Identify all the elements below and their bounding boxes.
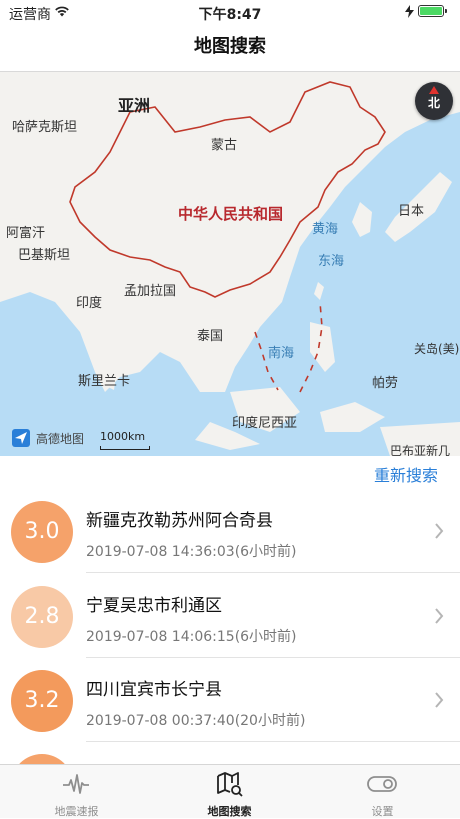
map-label-pakistan: 巴基斯坦 — [18, 248, 71, 263]
quake-place: 宁夏吴忠市利通区 — [86, 596, 222, 616]
map-label-south-sea: 南海 — [268, 346, 295, 361]
tab-map-search[interactable]: 地图搜索 — [153, 765, 306, 819]
tab-label: 地图搜索 — [207, 805, 252, 818]
map-label-asia: 亚洲 — [118, 96, 151, 115]
nav-bar: 地图搜索 — [0, 24, 460, 72]
quake-row[interactable] — [0, 742, 460, 764]
map-label-china: 中华人民共和国 — [178, 205, 284, 223]
status-time: 下午8:47 — [198, 7, 262, 23]
quake-time: 2019-07-08 14:36:03(6小时前) — [86, 544, 297, 560]
chevron-right-icon — [435, 692, 444, 708]
amap-logo-icon — [12, 429, 30, 447]
tab-settings[interactable]: 设置 — [306, 765, 459, 819]
map-label-japan: 日本 — [398, 204, 425, 219]
map-label-thailand: 泰国 — [197, 329, 224, 344]
chevron-right-icon — [435, 608, 444, 624]
compass-button[interactable]: 北 — [415, 82, 453, 120]
map-view[interactable]: 亚洲 哈萨克斯坦 蒙古 中华人民共和国 日本 阿富汗 巴基斯坦 黄海 东海 印度… — [0, 72, 460, 456]
attribution-label: 高德地图 — [36, 432, 85, 446]
toggle-icon — [367, 776, 397, 792]
refresh-search-button[interactable]: 重新搜索 — [374, 462, 438, 486]
scale-bar — [100, 446, 150, 450]
map-label-mongolia: 蒙古 — [211, 138, 238, 153]
status-bar: 运营商 下午8:47 — [0, 0, 460, 24]
row-divider — [86, 572, 460, 573]
magnitude-badge: 2.8 — [11, 586, 73, 648]
map-label-png: 巴布亚新几 — [390, 444, 451, 456]
map-label-indonesia: 印度尼西亚 — [232, 416, 298, 431]
map-label-bangladesh: 孟加拉国 — [124, 284, 177, 299]
map-scale: 1000km — [100, 430, 150, 450]
tab-bar: 地震速报 地图搜索 设置 — [0, 764, 460, 818]
map-label-srilanka: 斯里兰卡 — [78, 374, 131, 389]
quake-place: 四川宜宾市长宁县 — [86, 680, 222, 700]
page-title: 地图搜索 — [194, 36, 266, 57]
tab-quick-report[interactable]: 地震速报 — [0, 765, 153, 819]
magnitude-badge: 3.2 — [11, 670, 73, 732]
land-philippines — [310, 282, 335, 372]
quake-row[interactable]: 2.8 宁夏吴忠市利通区 2019-07-08 14:06:15(6小时前) — [0, 574, 460, 658]
map-label-india: 印度 — [76, 296, 103, 311]
tab-label: 地震速报 — [54, 805, 99, 818]
map-search-icon — [217, 772, 243, 797]
compass-needle-icon — [429, 86, 439, 94]
map-label-afghanistan: 阿富汗 — [6, 226, 46, 241]
scale-label: 1000km — [100, 430, 146, 443]
waveform-icon — [63, 774, 89, 794]
quake-time: 2019-07-08 00:37:40(20小时前) — [86, 713, 306, 729]
quake-row[interactable]: 3.0 新疆克孜勒苏州阿合奇县 2019-07-08 14:36:03(6小时前… — [0, 489, 460, 573]
map-label-kazakhstan: 哈萨克斯坦 — [12, 120, 78, 135]
compass-north-label: 北 — [427, 96, 440, 110]
tab-label: 设置 — [371, 805, 394, 818]
magnitude-badge — [11, 754, 73, 764]
map-label-east-sea: 东海 — [318, 254, 345, 269]
map-label-palau: 帕劳 — [372, 376, 399, 391]
quake-time: 2019-07-08 14:06:15(6小时前) — [86, 629, 297, 645]
chevron-right-icon — [435, 523, 444, 539]
map-label-guam: 关岛(美) — [414, 342, 460, 356]
magnitude-badge: 3.0 — [11, 501, 73, 563]
charging-icon — [405, 5, 414, 18]
map-label-yellow-sea: 黄海 — [312, 222, 339, 237]
quake-place: 新疆克孜勒苏州阿合奇县 — [86, 511, 273, 531]
quake-row[interactable]: 3.2 四川宜宾市长宁县 2019-07-08 00:37:40(20小时前) — [0, 658, 460, 742]
battery-icon — [418, 5, 447, 17]
